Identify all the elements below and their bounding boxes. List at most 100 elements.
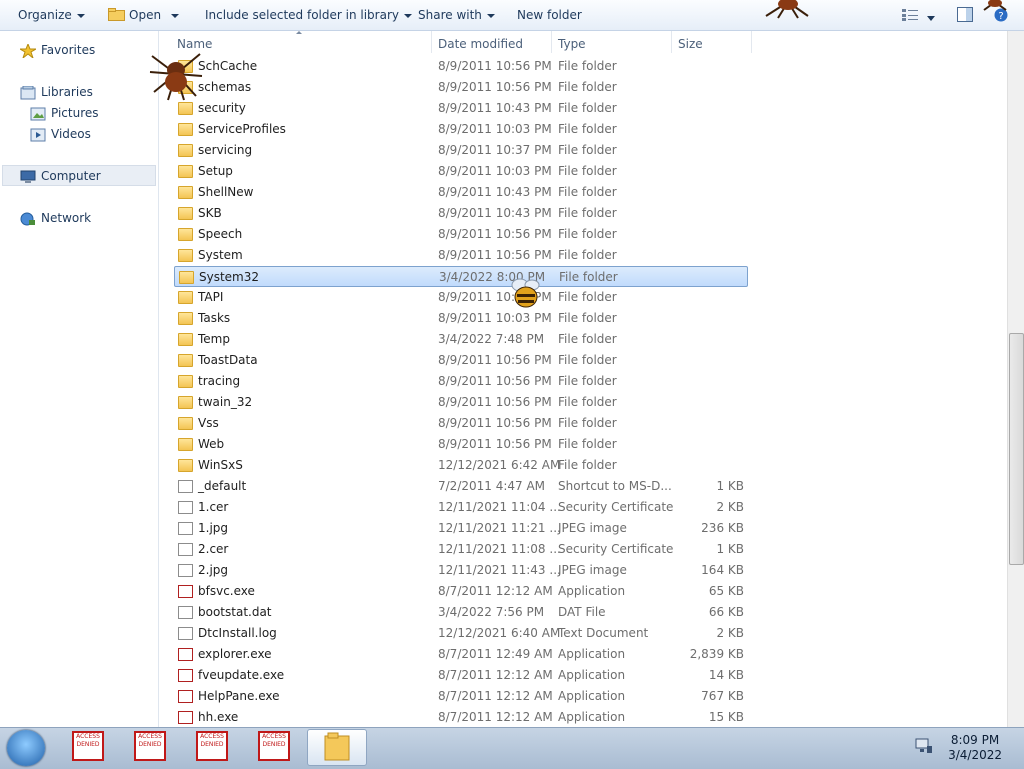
folder-icon [324, 732, 350, 761]
table-row[interactable]: SchCache 8/9/2011 10:56 PM File folder [174, 56, 748, 77]
table-row[interactable]: SKB 8/9/2011 10:43 PM File folder [174, 203, 748, 224]
table-row[interactable]: explorer.exe 8/7/2011 12:49 AM Application… [174, 644, 748, 665]
scrollbar-thumb[interactable] [1009, 333, 1024, 565]
table-row[interactable]: 1.jpg 12/11/2021 11:21 ... JPEG image 236 K… [174, 518, 748, 539]
table-row[interactable]: TAPI 8/9/2011 10:56 PM File folder [174, 287, 748, 308]
chevron-down-icon [403, 13, 412, 18]
access-denied-icon[interactable]: ACCESS DENIED [196, 731, 228, 761]
file-name: WinSxS [198, 458, 243, 472]
access-denied-icon[interactable]: ACCESS DENIED [134, 731, 166, 761]
column-divider[interactable] [751, 31, 752, 53]
open-button[interactable]: Open [129, 7, 180, 23]
date-modified: 12/11/2021 11:04 ... [438, 500, 561, 514]
chevron-down-icon[interactable] [927, 11, 935, 21]
clock-date: 3/4/2022 [948, 748, 1002, 762]
table-row[interactable]: System 8/9/2011 10:56 PM File folder [174, 245, 748, 266]
system-clock[interactable]: 8:09 PM 3/4/2022 [948, 733, 1002, 763]
share-with-button[interactable]: Share with [418, 7, 495, 23]
column-divider[interactable] [551, 31, 552, 53]
file-name: ShellNew [198, 185, 254, 199]
spider-icon [980, 0, 1010, 15]
table-row[interactable]: ToastData 8/9/2011 10:56 PM File folder [174, 350, 748, 371]
table-row[interactable]: Setup 8/9/2011 10:03 PM File folder [174, 161, 748, 182]
file-type: File folder [558, 80, 617, 94]
start-button[interactable] [7, 730, 45, 766]
table-row[interactable]: HelpPane.exe 8/7/2011 12:12 AM Application… [174, 686, 748, 707]
table-row[interactable]: System32 3/4/2022 8:00 PM File folder [174, 266, 748, 287]
organize-menu[interactable]: Organize [18, 7, 85, 23]
date-modified: 12/11/2021 11:08 ... [438, 542, 561, 556]
file-type: Application [558, 584, 626, 598]
date-modified: 12/12/2021 6:42 AM [438, 458, 561, 472]
folder-icon [178, 144, 193, 157]
file-name: SchCache [198, 59, 258, 73]
nav-item-favorites[interactable]: Favorites [18, 40, 95, 61]
application-icon [178, 669, 193, 682]
table-row[interactable]: bfsvc.exe 8/7/2011 12:12 AM Application 65 … [174, 581, 748, 602]
table-row[interactable]: security 8/9/2011 10:43 PM File folder [174, 98, 748, 119]
table-row[interactable]: WinSxS 12/12/2021 6:42 AM File folder [174, 455, 748, 476]
application-icon [178, 690, 193, 703]
column-divider[interactable] [431, 31, 432, 53]
nav-item-network[interactable]: Network [20, 208, 91, 229]
table-row[interactable]: 1.cer 12/11/2021 11:04 ... Security Certif… [174, 497, 748, 518]
table-row[interactable]: twain_32 8/9/2011 10:56 PM File folder [174, 392, 748, 413]
table-row[interactable]: ServiceProfiles 8/9/2011 10:03 PM File fol… [174, 119, 748, 140]
table-row[interactable]: _default 7/2/2011 4:47 AM Shortcut to MS-D… [174, 476, 748, 497]
date-modified: 12/11/2021 11:21 ... [438, 521, 561, 535]
table-row[interactable]: Temp 3/4/2022 7:48 PM File folder [174, 329, 748, 350]
column-header-size[interactable]: Size [678, 36, 703, 52]
date-modified: 8/9/2011 10:56 PM [438, 395, 552, 409]
table-row[interactable]: fveupdate.exe 8/7/2011 12:12 AM Applicatio… [174, 665, 748, 686]
table-row[interactable]: Web 8/9/2011 10:56 PM File folder [174, 434, 748, 455]
file-size: 164 KB [701, 563, 744, 577]
table-row[interactable]: DtcInstall.log 12/12/2021 6:40 AM Text Doc… [174, 623, 748, 644]
file-type: Security Certificate [558, 542, 674, 556]
column-divider[interactable] [671, 31, 672, 53]
nav-item-videos[interactable]: Videos [30, 124, 91, 145]
access-denied-icon[interactable]: ACCESS DENIED [72, 731, 104, 761]
pictures-label: Pictures [51, 106, 99, 120]
file-name: System32 [199, 270, 260, 284]
date-modified: 8/7/2011 12:12 AM [438, 584, 553, 598]
file-name: fveupdate.exe [198, 668, 285, 682]
date-modified: 8/9/2011 10:43 PM [438, 206, 552, 220]
view-options-icon[interactable] [902, 9, 918, 21]
date-modified: 8/9/2011 10:56 PM [438, 353, 552, 367]
nav-item-pictures[interactable]: Pictures [30, 103, 99, 124]
table-row[interactable]: servicing 8/9/2011 10:37 PM File folder [174, 140, 748, 161]
pictures-icon [30, 107, 46, 121]
table-row[interactable]: Vss 8/9/2011 10:56 PM File folder [174, 413, 748, 434]
date-modified: 8/7/2011 12:12 AM [438, 710, 553, 724]
file-name: Setup [198, 164, 233, 178]
file-name: explorer.exe [198, 647, 272, 661]
new-folder-button[interactable]: New folder [517, 7, 582, 23]
column-header-type[interactable]: Type [558, 36, 586, 52]
access-denied-icon[interactable]: ACCESS DENIED [258, 731, 290, 761]
file-type: File folder [558, 101, 617, 115]
taskbar-explorer-button[interactable] [307, 729, 367, 766]
date-modified: 8/9/2011 10:43 PM [438, 185, 552, 199]
file-type: File folder [558, 143, 617, 157]
table-row[interactable]: 2.jpg 12/11/2021 11:43 ... JPEG image 164 K… [174, 560, 748, 581]
table-row[interactable]: bootstat.dat 3/4/2022 7:56 PM DAT File 66 K… [174, 602, 748, 623]
chevron-down-icon [486, 13, 495, 18]
nav-item-computer[interactable]: Computer [20, 166, 101, 187]
include-in-library-button[interactable]: Include selected folder in library [205, 7, 412, 23]
column-header-date-modified[interactable]: Date modified [438, 36, 523, 52]
table-row[interactable]: ShellNew 8/9/2011 10:43 PM File folder [174, 182, 748, 203]
folder-icon [178, 354, 193, 367]
table-row[interactable]: hh.exe 8/7/2011 12:12 AM Application 15 KB [174, 707, 748, 728]
table-row[interactable]: schemas 8/9/2011 10:56 PM File folder [174, 77, 748, 98]
table-row[interactable]: Tasks 8/9/2011 10:03 PM File folder [174, 308, 748, 329]
file-size: 15 KB [708, 710, 744, 724]
table-row[interactable]: 2.cer 12/11/2021 11:08 ... Security Certif… [174, 539, 748, 560]
preview-pane-icon[interactable] [957, 7, 973, 22]
nav-item-libraries[interactable]: Libraries [20, 82, 93, 103]
table-row[interactable]: Speech 8/9/2011 10:56 PM File folder [174, 224, 748, 245]
file-name: DtcInstall.log [198, 626, 277, 640]
network-tray-icon[interactable] [915, 738, 933, 754]
table-row[interactable]: tracing 8/9/2011 10:56 PM File folder [174, 371, 748, 392]
chevron-down-icon [171, 13, 180, 18]
file-size: 767 KB [701, 689, 744, 703]
